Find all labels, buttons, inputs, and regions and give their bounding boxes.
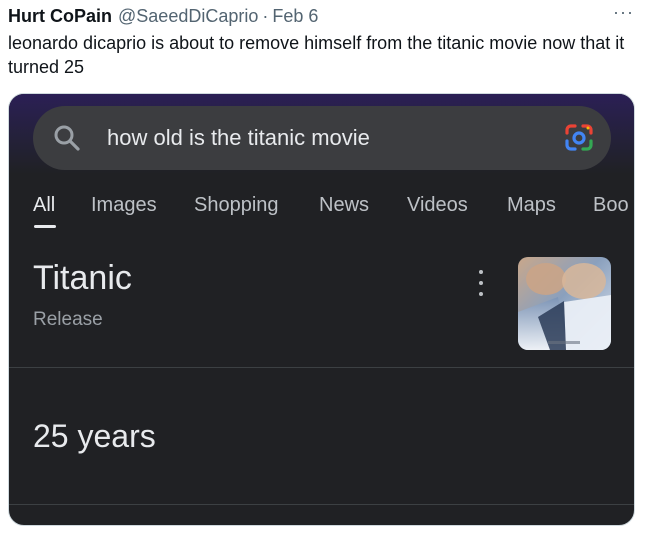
kebab-menu-icon[interactable] (477, 270, 485, 296)
separator-dot: · (262, 5, 269, 26)
answer-text[interactable]: 25 years (33, 418, 156, 455)
section-divider (9, 367, 634, 368)
tweet-media-image[interactable]: how old is the titanic movie All Images … (8, 93, 635, 526)
author-handle[interactable]: @SaeedDiCaprio (118, 6, 258, 27)
tab-books[interactable]: Boo (593, 194, 629, 217)
tweet-header: Hurt CoPain @SaeedDiCaprio · Feb 6 (8, 4, 640, 28)
search-tabs: All Images Shopping News Videos Maps Boo (33, 194, 634, 234)
tweet-date[interactable]: Feb 6 (272, 6, 318, 27)
tab-news[interactable]: News (319, 194, 369, 217)
tab-images[interactable]: Images (91, 194, 157, 217)
tweet-text: leonardo dicaprio is about to remove him… (8, 33, 625, 77)
result-subtitle: Release (33, 309, 103, 330)
movie-poster-thumbnail[interactable] (518, 257, 611, 350)
author-name[interactable]: Hurt CoPain (8, 6, 112, 27)
active-tab-indicator (34, 225, 56, 228)
search-query[interactable]: how old is the titanic movie (107, 125, 370, 151)
search-icon[interactable] (53, 124, 81, 152)
tab-videos[interactable]: Videos (407, 194, 468, 217)
tab-maps[interactable]: Maps (507, 194, 556, 217)
tab-all[interactable]: All (33, 194, 55, 217)
more-horizontal-icon[interactable]: ··· (613, 2, 634, 23)
result-title[interactable]: Titanic (33, 259, 132, 298)
section-divider-bottom (9, 504, 634, 505)
tab-shopping[interactable]: Shopping (194, 194, 279, 217)
search-bar[interactable]: how old is the titanic movie (33, 106, 611, 170)
google-lens-icon[interactable] (563, 123, 595, 153)
